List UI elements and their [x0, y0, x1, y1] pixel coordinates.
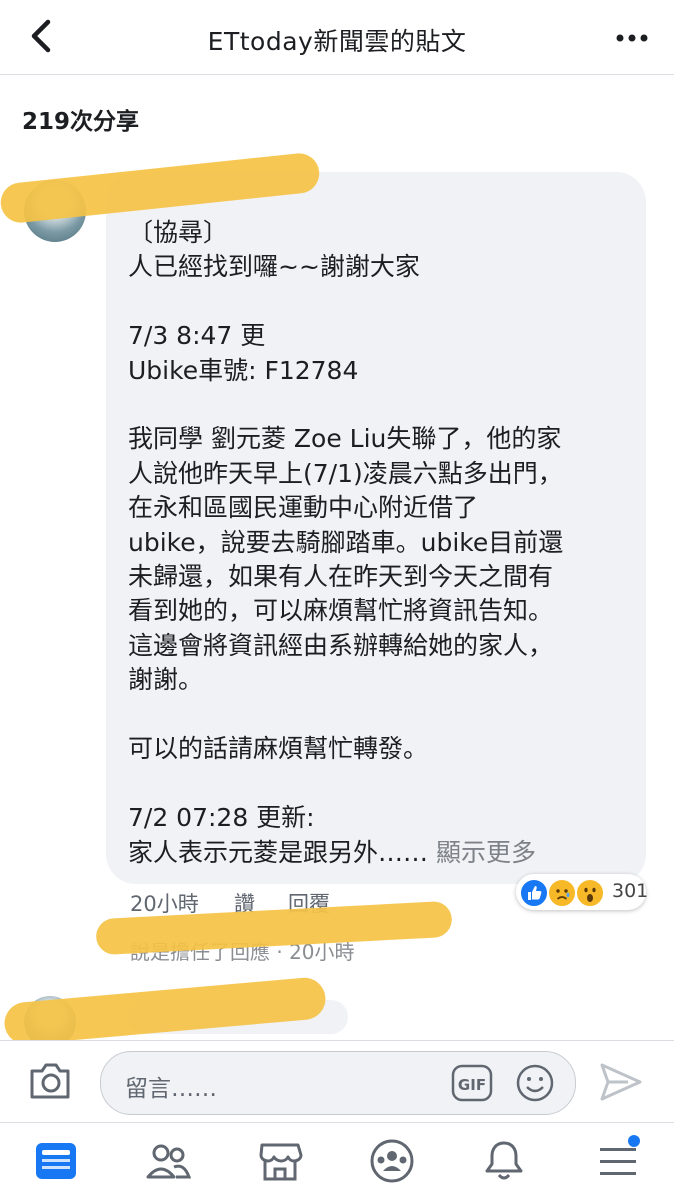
comment-composer: 留言…… GIF [0, 1040, 674, 1123]
comment-line: ubike，說要去騎腳踏車。ubike目前還 [128, 527, 564, 557]
nav-groups[interactable] [368, 1137, 416, 1185]
bottom-navigation [0, 1122, 674, 1201]
nav-friends[interactable] [144, 1137, 192, 1185]
menu-notification-dot [628, 1135, 640, 1147]
marketplace-icon [259, 1143, 303, 1181]
nav-notifications[interactable] [480, 1137, 528, 1185]
gif-icon: GIF [451, 1064, 493, 1102]
camera-button[interactable] [26, 1059, 74, 1103]
notifications-icon [485, 1141, 523, 1180]
redaction-scribble [2, 976, 328, 1046]
gif-label: GIF [458, 1076, 486, 1094]
gif-button[interactable]: GIF [451, 1064, 493, 1102]
comment-line: 人說他昨天早上(7/1)凌晨六點多出門， [128, 458, 563, 488]
send-button[interactable] [598, 1061, 644, 1103]
page-title: ETtoday新聞雲的貼文 [207, 27, 467, 56]
more-options-button[interactable] [612, 20, 652, 56]
comment-last-line: 家人表示元菱是跟另外…… 顯示更多 [128, 836, 536, 870]
comment-line: 看到她的，可以麻煩幫忙將資訊告知。 [128, 596, 554, 626]
comment-line: 在永和區國民運動中心附近借了 [128, 493, 479, 523]
nav-news-feed[interactable] [32, 1137, 80, 1185]
comment-line: 人已經找到囉~~謝謝大家 [128, 252, 420, 282]
comment-line: Ubike車號: F12784 [128, 355, 359, 385]
sad-reaction-icon [548, 879, 576, 907]
comment-line: 可以的話請麻煩幫忙轉發。 [128, 734, 429, 763]
see-more-link[interactable]: 顯示更多 [436, 838, 536, 867]
reaction-count: 301 [612, 880, 649, 902]
camera-icon [30, 1063, 70, 1099]
comment-line: 7/3 8:47 更 [128, 321, 266, 351]
wow-reaction-icon [576, 879, 604, 907]
more-dots-icon [616, 34, 648, 42]
share-count[interactable]: 219次分享 [22, 102, 139, 136]
comment-line: 7/2 07:28 更新: [128, 802, 315, 832]
send-icon [600, 1063, 642, 1101]
comment-input[interactable]: 留言…… GIF [100, 1051, 576, 1115]
comment-line: 這邊會將資訊經由系辦轉給她的家人， [128, 630, 554, 660]
header-bar: ETtoday新聞雲的貼文 [0, 0, 674, 75]
comment-line: 未歸還，如果有人在昨天到今天之間有 [128, 562, 554, 591]
comment-line: 〔協尋〕 [128, 218, 229, 247]
comment-truncated-text: 家人表示元菱是跟另外…… [128, 838, 429, 867]
news-feed-icon [36, 1143, 76, 1179]
comment-placeholder: 留言…… [125, 1076, 217, 1102]
smiley-icon [516, 1064, 554, 1102]
comment-line: 我同學 劉元菱 Zoe Liu失聯了，他的家 [128, 424, 562, 454]
like-reaction-icon [520, 879, 548, 907]
nav-menu[interactable] [594, 1135, 642, 1185]
reactions-summary[interactable]: 301 [516, 874, 649, 910]
friends-icon [146, 1144, 192, 1179]
groups-icon [370, 1139, 414, 1183]
nav-marketplace[interactable] [256, 1137, 304, 1185]
comment-line: 謝謝。 [128, 665, 204, 695]
emoji-button[interactable] [515, 1063, 555, 1103]
